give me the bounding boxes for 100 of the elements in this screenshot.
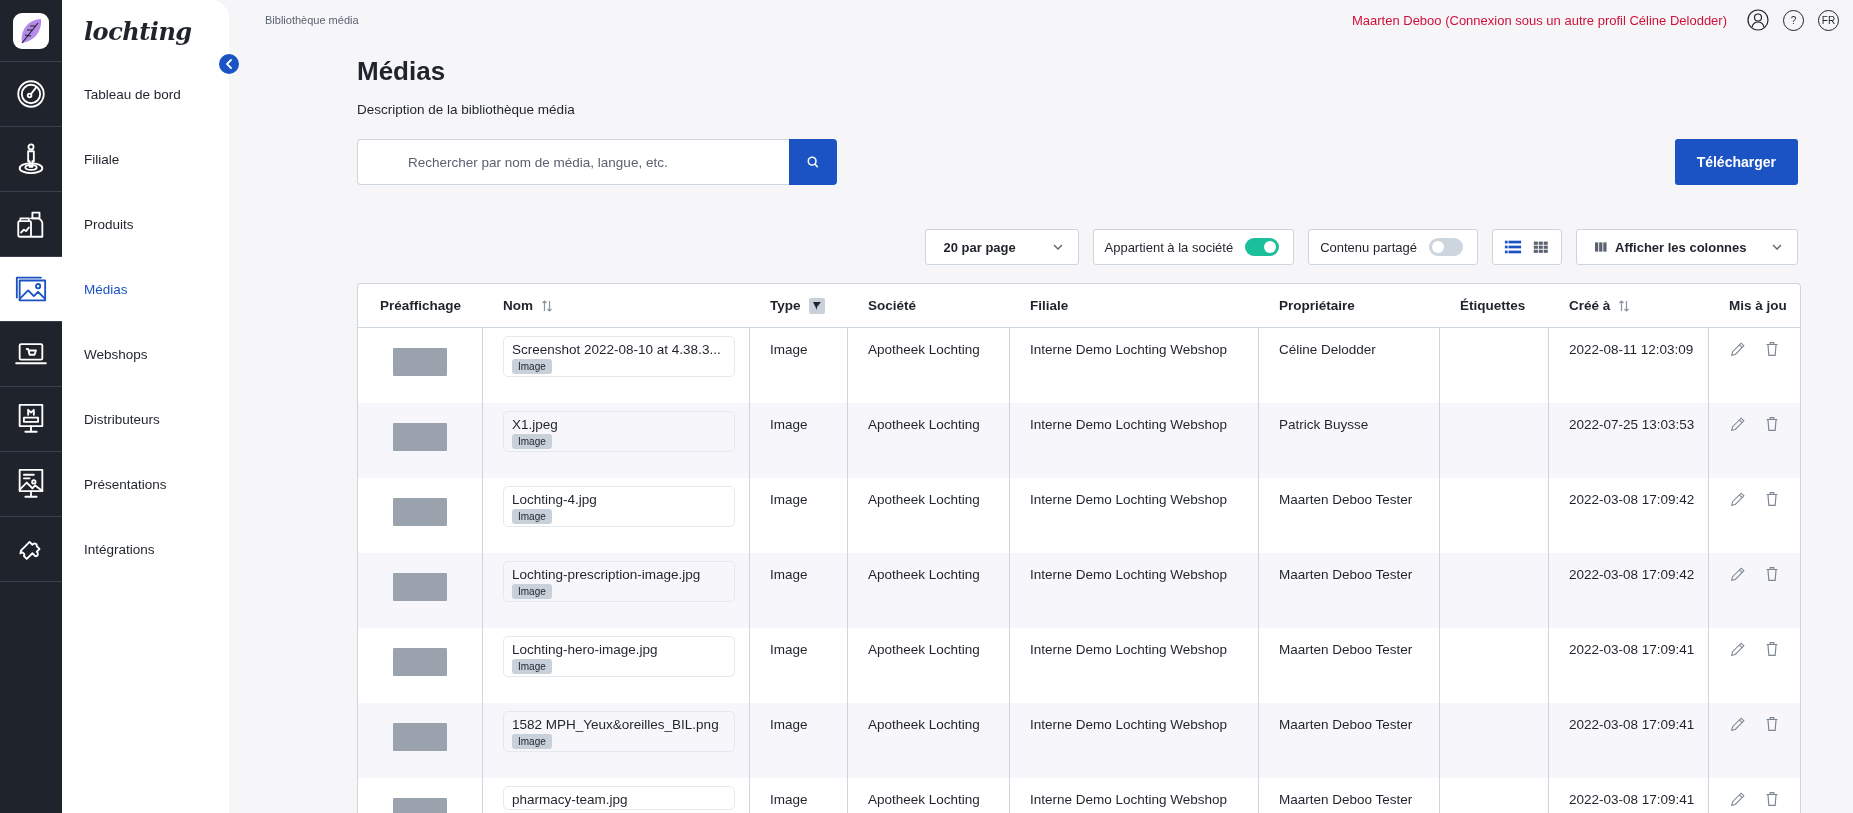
edit-icon[interactable] <box>1729 490 1747 508</box>
table-cell: 2022-03-08 17:09:41 <box>1569 792 1695 807</box>
table-cell: 2022-03-08 17:09:42 <box>1569 492 1695 507</box>
table-cell: Interne Demo Lochting Webshop <box>1030 567 1228 582</box>
columns-icon <box>1595 240 1607 254</box>
media-name-card[interactable]: X1.jpeg Image <box>503 411 735 452</box>
type-badge: Image <box>512 584 552 599</box>
media-name-card[interactable]: Lochting-prescription-image.jpg Image <box>503 561 735 602</box>
toggle-label: Appartient à la société <box>1104 239 1234 255</box>
nav-item[interactable]: Webshops <box>62 322 229 387</box>
image-thumbnail <box>393 423 447 451</box>
edit-icon[interactable] <box>1729 415 1747 433</box>
table-cell: Céline Delodder <box>1279 342 1376 357</box>
search-field[interactable]: Rechercher par nom de média, langue, etc. <box>357 139 789 185</box>
table-cell: Image <box>770 792 808 807</box>
column-header[interactable]: Étiquettes <box>1460 298 1526 313</box>
edit-icon[interactable] <box>1729 790 1747 808</box>
upload-button[interactable]: Télécharger <box>1674 139 1798 185</box>
page-description: Description de la bibliothèque média <box>357 102 576 117</box>
table-cell: Image <box>770 717 808 732</box>
media-name-card[interactable]: Lochting-4.jpg Image <box>503 486 735 527</box>
image-thumbnail <box>393 498 447 526</box>
table-cell: Interne Demo Lochting Webshop <box>1030 792 1228 807</box>
nav-item[interactable]: Produits <box>62 192 229 257</box>
nav-item[interactable]: Tableau de bord <box>62 62 229 127</box>
table-cell: Image <box>770 417 808 432</box>
table-cell: 2022-08-11 12:03:09 <box>1569 342 1694 357</box>
per-page-select[interactable]: 20 par page <box>924 229 1079 265</box>
sort-icon[interactable] <box>1618 298 1631 313</box>
breadcrumb[interactable]: Bibliothèque média <box>265 14 359 26</box>
table-cell: Maarten Deboo Tester <box>1279 642 1413 657</box>
table-cell: Interne Demo Lochting Webshop <box>1030 417 1228 432</box>
page-title: Médias <box>357 56 447 86</box>
table-cell: Apotheek Lochting <box>868 417 980 432</box>
column-header[interactable]: Filiale <box>1030 298 1069 313</box>
file-name: Lochting-hero-image.jpg <box>512 642 659 657</box>
column-header[interactable]: Type <box>770 298 801 313</box>
gauge-icon <box>14 77 48 111</box>
column-header[interactable]: Mis à jou <box>1729 298 1787 313</box>
list-view-icon <box>1504 238 1522 256</box>
media-name-card[interactable]: pharmacy-team.jpg <box>503 786 735 810</box>
image-thumbnail <box>393 723 447 751</box>
table-cell: Image <box>770 642 808 657</box>
table-cell: Apotheek Lochting <box>868 567 980 582</box>
file-name: X1.jpeg <box>512 417 559 432</box>
search-button[interactable] <box>789 139 837 185</box>
toggle-label: Contenu partagé <box>1320 239 1417 255</box>
edit-icon[interactable] <box>1729 640 1747 658</box>
type-badge: Image <box>512 509 552 524</box>
nav-item[interactable]: Médias <box>62 257 229 322</box>
toggle-switch[interactable] <box>1429 238 1463 256</box>
table-cell: Apotheek Lochting <box>868 717 980 732</box>
file-name: pharmacy-team.jpg <box>512 792 629 807</box>
logo-wordmark[interactable]: lochting <box>62 0 229 62</box>
edit-icon[interactable] <box>1729 565 1747 583</box>
table-cell: Image <box>770 492 808 507</box>
table-cell: 2022-07-25 13:03:53 <box>1569 417 1695 432</box>
nav-item[interactable]: Intégrations <box>62 517 229 582</box>
edit-icon[interactable] <box>1729 715 1747 733</box>
table-cell: Maarten Deboo Tester <box>1279 717 1413 732</box>
collapse-button[interactable] <box>219 54 239 74</box>
media-name-card[interactable]: 1582 MPH_Yeux&oreilles_BIL.png Image <box>503 711 735 752</box>
table-cell: Image <box>770 342 808 357</box>
columns-button[interactable]: Afficher les colonnes <box>1576 229 1798 265</box>
image-thumbnail <box>393 573 447 601</box>
edit-icon[interactable] <box>1729 340 1747 358</box>
type-badge: Image <box>512 659 552 674</box>
media-name-card[interactable]: Lochting-hero-image.jpg Image <box>503 636 735 677</box>
sort-icon[interactable] <box>541 298 553 313</box>
table-cell: Patrick Buysse <box>1279 417 1369 432</box>
filter-button[interactable] <box>808 297 825 314</box>
nav-item[interactable]: Présentations <box>62 452 229 517</box>
table-cell: 2022-03-08 17:09:42 <box>1569 567 1695 582</box>
table-cell: Interne Demo Lochting Webshop <box>1030 342 1228 357</box>
chevron-left-icon <box>223 57 235 71</box>
user-switch-icon[interactable] <box>1747 9 1769 31</box>
table-cell: Maarten Deboo Tester <box>1279 792 1413 807</box>
toggle-switch[interactable] <box>1245 238 1280 256</box>
file-name: 1582 MPH_Yeux&oreilles_BIL.png <box>512 717 720 732</box>
column-header[interactable]: Propriétaire <box>1279 298 1355 313</box>
media-name-card[interactable]: Screenshot 2022-08-10 at 4.38.3... Image <box>503 336 735 377</box>
table-cell: Apotheek Lochting <box>868 642 980 657</box>
file-name: Lochting-prescription-image.jpg <box>512 567 702 582</box>
table-cell: Image <box>770 567 808 582</box>
type-badge: Image <box>512 359 552 374</box>
image-thumbnail <box>393 648 447 676</box>
user-name: Maarten Deboo (Connexion sous un autre profil Céline Delodder) <box>1351 12 1727 28</box>
table-cell: Interne Demo Lochting Webshop <box>1030 492 1228 507</box>
column-header[interactable]: Nom <box>503 298 533 313</box>
table-cell: 2022-03-08 17:09:41 <box>1569 642 1695 657</box>
column-header[interactable]: Préaffichage <box>379 298 461 313</box>
table-cell: Maarten Deboo Tester <box>1279 492 1413 507</box>
column-header[interactable]: Société <box>868 298 917 313</box>
nav-item[interactable]: Filiale <box>62 127 229 192</box>
table-cell: Apotheek Lochting <box>868 492 980 507</box>
leaf-logo-icon[interactable] <box>13 12 49 49</box>
file-name: Screenshot 2022-08-10 at 4.38.3... <box>512 342 722 357</box>
nav-item[interactable]: Distributeurs <box>62 387 229 452</box>
column-header[interactable]: Créé à <box>1569 298 1611 313</box>
table-cell: Apotheek Lochting <box>868 342 980 357</box>
